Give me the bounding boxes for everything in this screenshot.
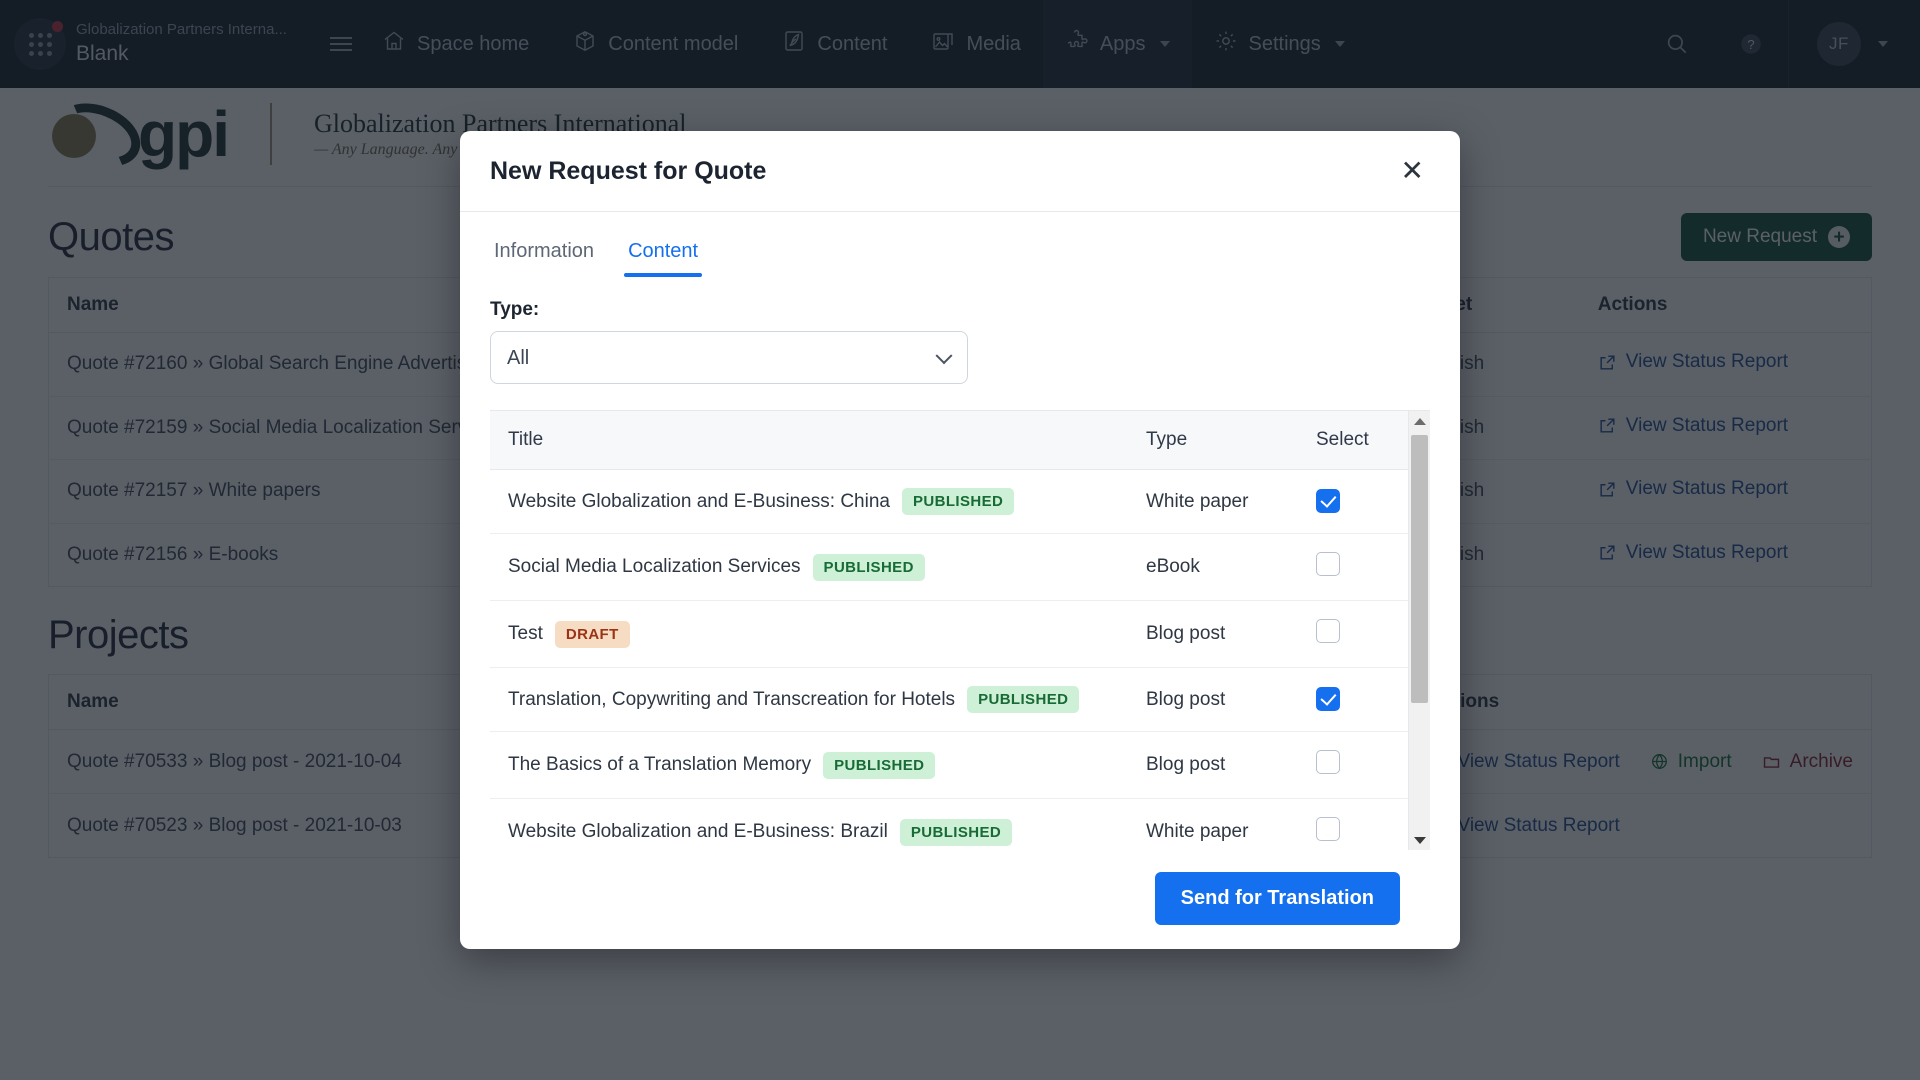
status-badge: PUBLISHED xyxy=(901,488,1015,515)
column-header-title: Title xyxy=(490,411,1128,470)
row-select-checkbox[interactable] xyxy=(1316,619,1340,643)
table-row[interactable]: Website Globalization and E-Business: Br… xyxy=(490,798,1408,850)
type-select-wrapper: All xyxy=(490,331,968,384)
content-table-scrollbar[interactable] xyxy=(1408,411,1430,850)
tab-content[interactable]: Content xyxy=(624,234,703,277)
table-row[interactable]: Test DRAFT Blog post xyxy=(490,600,1408,668)
type-select[interactable]: All xyxy=(490,331,968,384)
new-request-for-quote-modal: New Request for Quote ✕ Information Cont… xyxy=(460,131,1460,949)
row-select-checkbox[interactable] xyxy=(1316,552,1340,576)
content-title: Test xyxy=(508,623,543,644)
content-title: Website Globalization and E-Business: Ch… xyxy=(508,490,890,512)
content-type: White paper xyxy=(1128,469,1298,534)
modal-header: New Request for Quote ✕ xyxy=(460,131,1460,212)
scroll-down-arrow-icon[interactable] xyxy=(1409,830,1430,850)
table-row[interactable]: Social Media Localization Services PUBLI… xyxy=(490,533,1408,601)
close-icon[interactable]: ✕ xyxy=(1395,155,1430,187)
content-type: eBook xyxy=(1128,533,1298,601)
status-badge: DRAFT xyxy=(554,620,630,648)
column-header-select: Select xyxy=(1298,411,1408,470)
content-type: Blog post xyxy=(1128,731,1298,799)
scroll-up-arrow-icon[interactable] xyxy=(1409,411,1430,431)
content-type: Blog post xyxy=(1128,600,1298,668)
scrollbar-thumb[interactable] xyxy=(1411,435,1428,703)
table-row[interactable]: Website Globalization and E-Business: Ch… xyxy=(490,469,1408,534)
status-badge: PUBLISHED xyxy=(967,686,1080,713)
content-title: Website Globalization and E-Business: Br… xyxy=(508,821,888,842)
row-select-checkbox[interactable] xyxy=(1316,489,1340,513)
content-title: The Basics of a Translation Memory xyxy=(508,754,812,775)
row-select-checkbox[interactable] xyxy=(1316,687,1340,711)
status-badge: PUBLISHED xyxy=(812,553,925,581)
table-row[interactable]: Translation, Copywriting and Transcreati… xyxy=(490,667,1408,732)
content-type: Blog post xyxy=(1128,667,1298,732)
type-field-label: Type: xyxy=(490,299,540,320)
content-table-region: Title Type Select Website Globalization … xyxy=(490,410,1430,850)
status-badge: PUBLISHED xyxy=(823,751,936,779)
modal-title: New Request for Quote xyxy=(490,156,767,185)
column-header-type: Type xyxy=(1128,411,1298,470)
content-table-scrollarea[interactable]: Title Type Select Website Globalization … xyxy=(490,411,1408,850)
row-select-checkbox[interactable] xyxy=(1316,750,1340,774)
content-type: White paper xyxy=(1128,798,1298,850)
content-title: Social Media Localization Services xyxy=(508,556,801,577)
status-badge: PUBLISHED xyxy=(899,818,1013,846)
row-select-checkbox[interactable] xyxy=(1316,817,1340,841)
table-header-row: Title Type Select xyxy=(490,411,1408,470)
modal-tabs: Information Content xyxy=(490,234,1430,277)
send-for-translation-button[interactable]: Send for Translation xyxy=(1154,872,1400,925)
content-table: Title Type Select Website Globalization … xyxy=(490,411,1408,850)
table-row[interactable]: The Basics of a Translation Memory PUBLI… xyxy=(490,731,1408,799)
content-title: Translation, Copywriting and Transcreati… xyxy=(508,688,956,710)
modal-body: Information Content Type: All Title Type… xyxy=(460,212,1460,949)
tab-information[interactable]: Information xyxy=(490,234,598,277)
modal-footer: Send for Translation xyxy=(490,850,1430,925)
